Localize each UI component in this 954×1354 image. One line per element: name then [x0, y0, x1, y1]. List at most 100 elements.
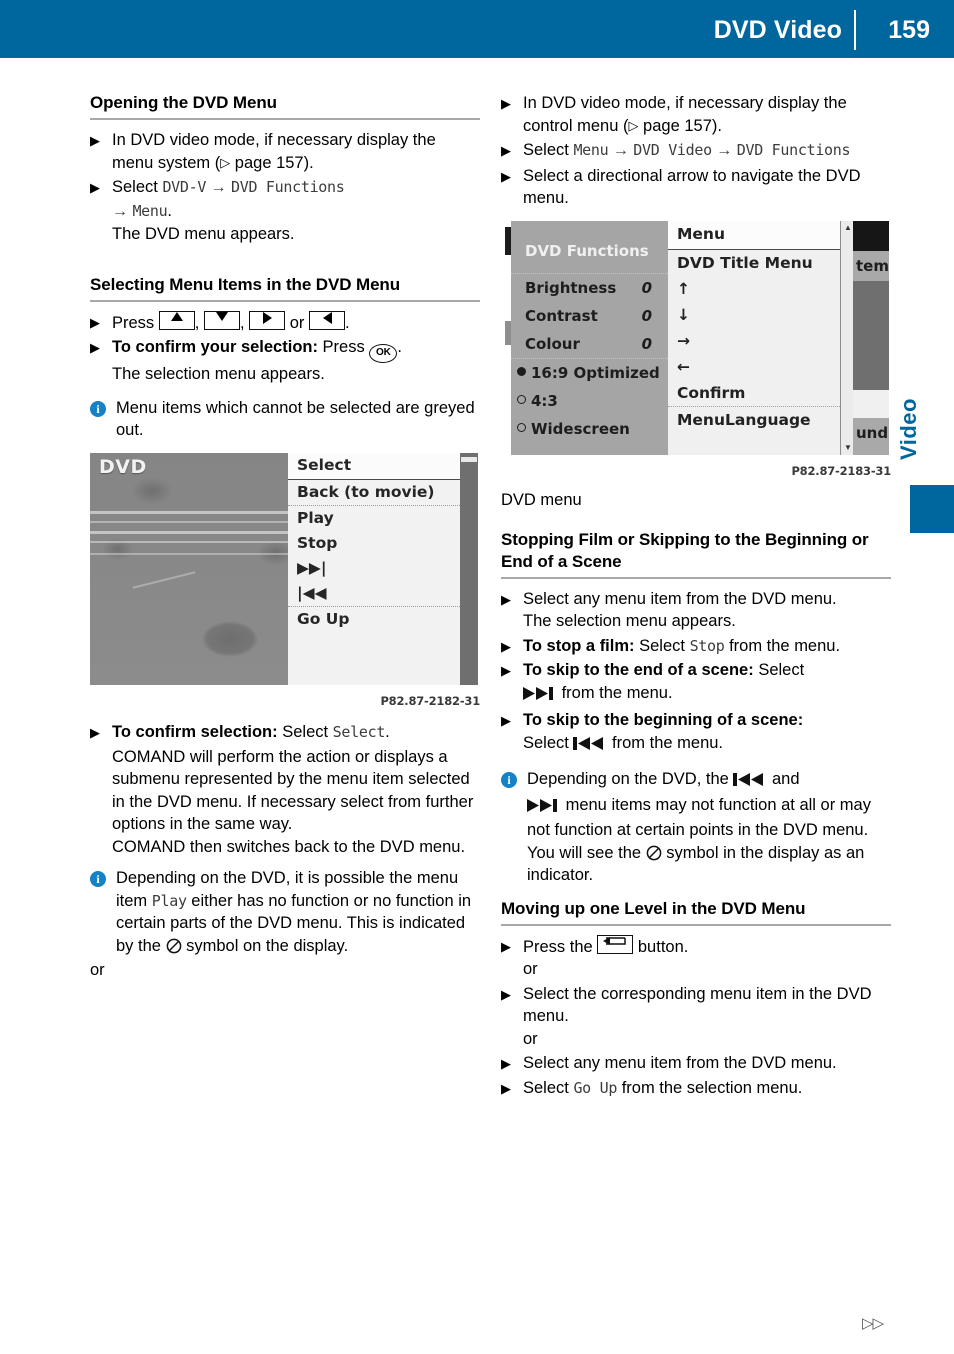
figure1-menu-item[interactable]: Go Up: [288, 607, 460, 632]
ok-key-icon[interactable]: OK: [369, 344, 398, 363]
list-item: ▶ Press , , or .: [90, 310, 480, 335]
list-item: ▶ Select the corresponding menu item in …: [501, 983, 891, 1051]
step-arrow-icon: ▶: [501, 986, 511, 1002]
figure2-screenshot: DVD Functions Brightness 0 Contrast 0 Co…: [501, 220, 889, 455]
step-arrow-icon: ▶: [501, 1056, 511, 1071]
figure1-menu-item-skip-back[interactable]: |◀◀: [288, 581, 460, 607]
right-column: ▶ In DVD video mode, if necessary displa…: [501, 92, 891, 1101]
left-arrow-key-icon[interactable]: [309, 310, 345, 330]
no-function-icon: [646, 845, 662, 861]
page-ref-icon: ▷: [220, 154, 231, 170]
ui-code: Menu: [132, 201, 168, 220]
figure2-setting-row[interactable]: Brightness 0: [511, 274, 668, 302]
figure1-menu-item[interactable]: Select: [288, 452, 460, 480]
step-text: Select: [112, 178, 163, 196]
figure1-dvd-logo: DVD: [99, 455, 147, 478]
list-item: ▶ Select Menu → DVD Video → DVD Function…: [501, 139, 891, 163]
figure1-menu-item-skip-forward[interactable]: ▶▶|: [288, 556, 460, 581]
step-arrow-icon: ▶: [90, 314, 100, 330]
step-text: Select any menu item from the DVD menu.: [523, 1054, 837, 1072]
step-bold-lead: To skip to the beginning of a scene:: [523, 711, 804, 729]
page-header-title: DVD Video: [713, 16, 842, 44]
step-arrow-icon: ▶: [90, 340, 100, 355]
scroll-down-arrow-icon[interactable]: ▼: [844, 443, 852, 452]
down-arrow-key-icon[interactable]: [203, 310, 240, 330]
step-text: Press: [317, 338, 370, 356]
figure2-menu-item[interactable]: DVD Title Menu: [668, 250, 840, 276]
figure2-menu-item-menulanguage[interactable]: MenuLanguage: [668, 407, 840, 433]
back-button-icon[interactable]: [597, 934, 634, 954]
ui-code: DVD-V: [162, 178, 207, 196]
step-arrow-icon: ▶: [501, 1080, 511, 1096]
list-item: ▶ Select any menu item from the DVD menu…: [501, 588, 891, 633]
list-item: ▶ To confirm selection: Select Select.: [90, 721, 480, 744]
figure2-aspect-label: 4:3: [531, 391, 558, 410]
ui-code: DVD Functions: [736, 141, 851, 159]
figure2-menu-item-down-arrow[interactable]: ↓: [668, 302, 840, 328]
figure1-menu-item[interactable]: Stop: [288, 531, 460, 556]
figure2-menu-item-up-arrow[interactable]: ↑: [668, 276, 840, 302]
step-text: Select: [523, 1078, 574, 1097]
figure2-setting-label: Colour: [525, 334, 580, 353]
figure2-right-dark-block: [853, 220, 889, 251]
figure1-menu-item[interactable]: Play: [288, 506, 460, 531]
step-text: from the menu.: [724, 636, 841, 655]
figure2-dvd-functions-panel: DVD Functions Brightness 0 Contrast 0 Co…: [511, 220, 668, 455]
info-note: i Depending on the DVD, it is possible t…: [90, 867, 480, 957]
step-text: button.: [633, 937, 689, 956]
figure2-label: DVD menu: [501, 491, 582, 509]
figure2-aspect-option[interactable]: 16:9 Optimized: [511, 359, 668, 387]
note-text: Menu items which cannot be selected are …: [116, 398, 475, 440]
ui-code: Menu: [573, 141, 609, 159]
section-rule: [501, 576, 891, 579]
step-text: Select: [523, 733, 569, 752]
figure1-menu-item[interactable]: Back (to movie): [288, 480, 460, 506]
ui-code: Stop: [689, 636, 725, 655]
figure2-menu-panel: Menu DVD Title Menu ↑ ↓ → ← Confirm Menu…: [668, 220, 840, 455]
scroll-up-arrow-icon[interactable]: ▲: [844, 223, 852, 232]
step-arrow-icon: ▶: [501, 168, 511, 184]
figure2-left-edge: [501, 220, 511, 455]
figure2-functions-header: DVD Functions: [511, 221, 668, 274]
skip-forward-icon: [527, 797, 561, 820]
step-text: Select a directional arrow to navigate t…: [523, 166, 861, 208]
step-text: Select: [277, 723, 333, 741]
step-text: from the menu.: [607, 733, 724, 752]
radio-unselected-icon: [517, 422, 526, 432]
right-arrow-key-icon[interactable]: [249, 310, 286, 330]
figure2-menu-item-left-arrow[interactable]: ←: [668, 354, 840, 380]
figure1-scrollbar[interactable]: [460, 452, 478, 685]
info-icon: i: [501, 772, 517, 788]
section-title-selecting-menu-items: Selecting Menu Items in the DVD Menu: [90, 274, 400, 294]
list-item: ▶ Select Go Up from the selection menu.: [501, 1077, 891, 1100]
section-title-moving-up-one-level: Moving up one Level in the DVD Menu: [501, 898, 806, 918]
up-arrow-key-icon[interactable]: [158, 310, 195, 330]
or-text: or: [523, 1029, 538, 1048]
figure2-setting-value: 0: [641, 306, 652, 325]
step-arrow-icon: ▶: [501, 713, 511, 728]
figure2-setting-row[interactable]: Colour 0: [511, 330, 668, 359]
figure2-menu-item-right-arrow[interactable]: →: [668, 328, 840, 354]
sequence-arrow-icon: →: [206, 179, 231, 196]
figure2-menu-item-confirm[interactable]: Confirm: [668, 380, 840, 407]
ui-code: Play: [151, 891, 187, 910]
or-text: or: [523, 960, 538, 978]
list-item: ▶ In DVD video mode, if necessary displa…: [90, 129, 480, 174]
figure1-scrollbar-thumb[interactable]: [461, 456, 477, 462]
figure2-aspect-option[interactable]: Widescreen: [511, 415, 668, 443]
figure2-right-text-und: und: [853, 417, 889, 455]
figure2-setting-label: Contrast: [525, 306, 598, 325]
step-text-pageref: page 157).: [638, 116, 722, 135]
step-arrow-icon: ▶: [90, 725, 100, 740]
figure2-menu-item[interactable]: Menu: [668, 220, 840, 250]
figure-dvd-selection-menu: DVD Select Back (to movie) Play Stop ▶▶|…: [90, 452, 480, 713]
figure2-aspect-option[interactable]: 4:3: [511, 387, 668, 415]
figure2-setting-row[interactable]: Contrast 0: [511, 302, 668, 330]
figure-dvd-menu: DVD Functions Brightness 0 Contrast 0 Co…: [501, 220, 891, 512]
